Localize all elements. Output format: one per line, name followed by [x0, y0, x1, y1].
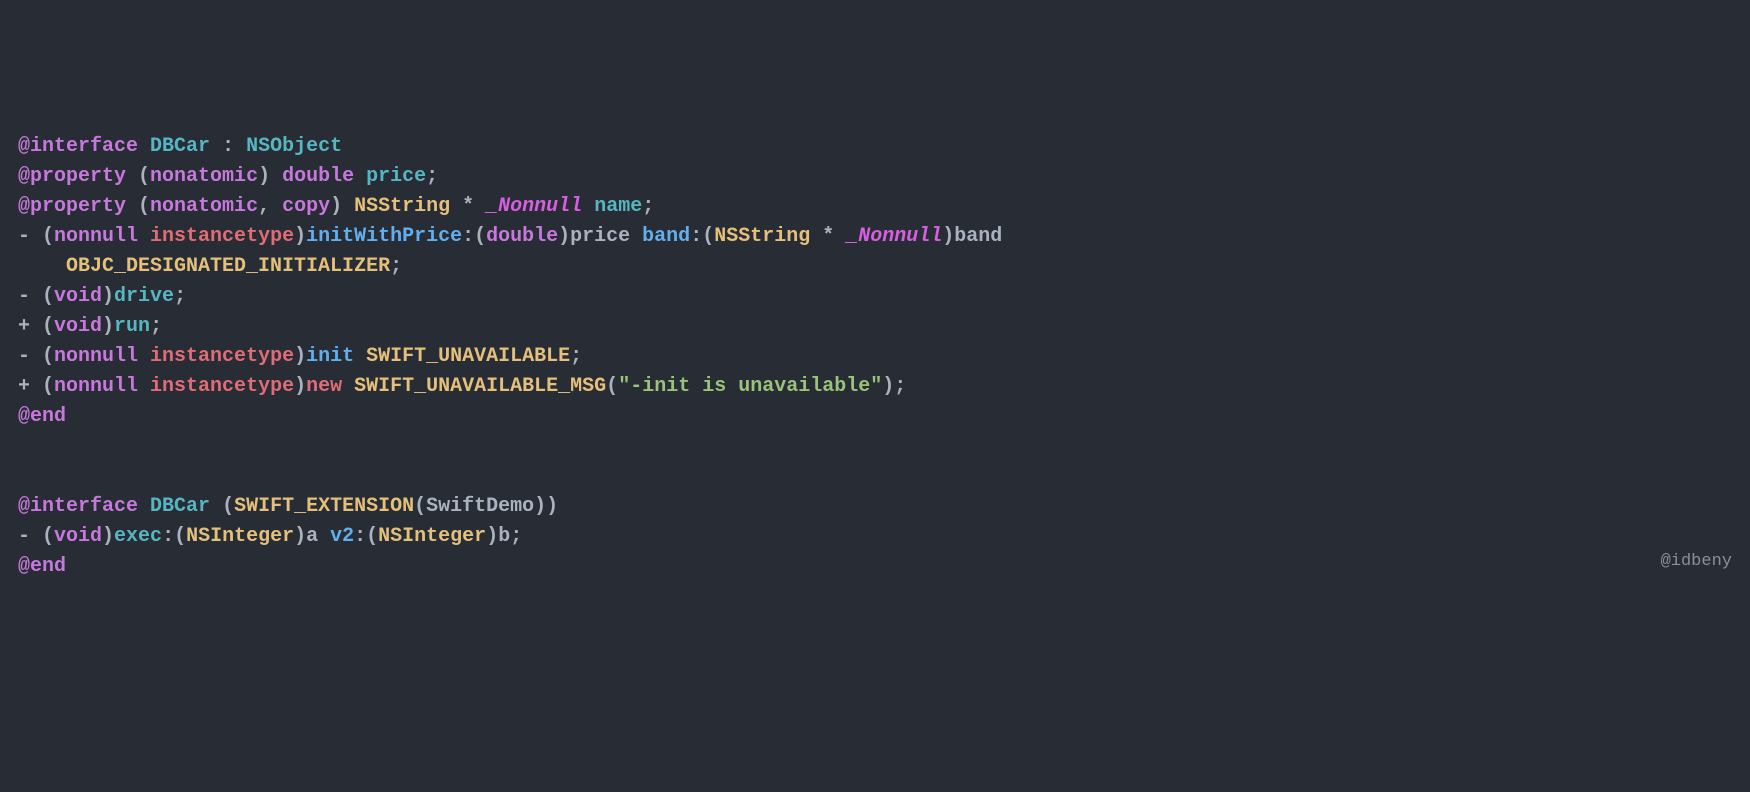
code-line: - (void)exec:(NSInteger)a v2:(NSInteger)… [18, 525, 522, 548]
code-line: + (nonnull instancetype)new SWIFT_UNAVAI… [18, 375, 906, 398]
code-line: - (nonnull instancetype)initWithPrice:(d… [18, 225, 1002, 248]
code-line: - (nonnull instancetype)init SWIFT_UNAVA… [18, 345, 582, 368]
code-line: @end [18, 555, 66, 578]
code-line: + (void)run; [18, 315, 162, 338]
code-line: @property (nonatomic) double price; [18, 165, 438, 188]
code-line: @end [18, 405, 66, 428]
code-line [18, 465, 30, 488]
code-block[interactable]: @interface DBCar : NSObject @property (n… [18, 132, 1732, 582]
code-line: OBJC_DESIGNATED_INITIALIZER; [18, 255, 402, 278]
code-line: - (void)drive; [18, 285, 186, 308]
watermark-label: @idbeny [1661, 549, 1732, 575]
code-line: @interface DBCar : NSObject [18, 135, 342, 158]
code-line: @interface DBCar (SWIFT_EXTENSION(SwiftD… [18, 495, 558, 518]
code-line [18, 435, 30, 458]
code-line: @property (nonatomic, copy) NSString * _… [18, 195, 654, 218]
